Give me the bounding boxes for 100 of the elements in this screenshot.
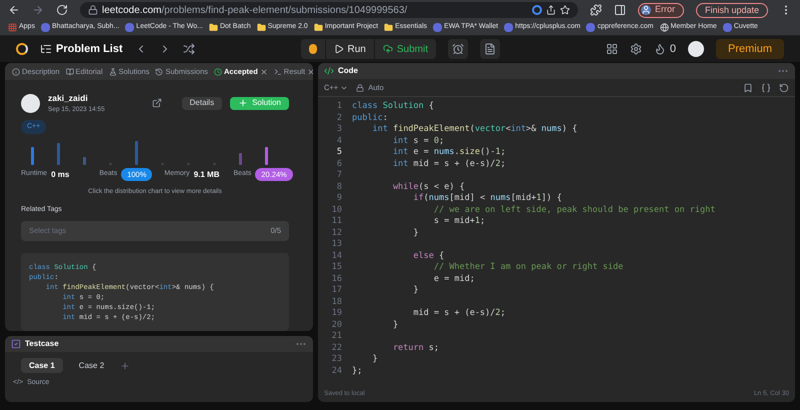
site-favicon-icon	[433, 23, 442, 32]
premium-button[interactable]: Premium	[716, 39, 784, 59]
avatar-icon[interactable]	[688, 41, 704, 57]
folder-icon	[256, 23, 266, 32]
forward-icon[interactable]	[32, 4, 44, 16]
bookmark-icon[interactable]	[743, 82, 753, 92]
tab-icon	[108, 68, 117, 76]
line-number: 10	[330, 204, 342, 216]
finish-update-button[interactable]: Finish update	[696, 2, 768, 18]
code-line: public:	[352, 112, 388, 124]
side-panel-icon[interactable]	[614, 4, 626, 16]
line-number: 9	[336, 193, 342, 204]
list-icon[interactable]	[40, 43, 52, 55]
line-number: 17	[330, 285, 342, 296]
avatar-silhouette	[21, 94, 40, 113]
lock-icon	[88, 5, 98, 15]
editor-title[interactable]: Code	[338, 65, 358, 77]
line-number: 11	[330, 216, 342, 228]
format-icon[interactable]	[761, 82, 771, 92]
tab-icon	[214, 68, 222, 76]
username[interactable]: zaki_zaidi	[48, 92, 105, 105]
flame-icon[interactable]	[654, 43, 666, 55]
site-favicon-icon	[504, 23, 514, 32]
code-line: s = mid+1;	[432, 216, 486, 228]
folder-icon	[384, 23, 394, 32]
tab-icon	[274, 68, 282, 76]
site-favicon-icon	[40, 23, 50, 32]
address-bar[interactable]: leetcode.com/problems/find-peak-element/submissions/1049999563/	[80, 2, 578, 18]
runtime-value: 0 ms	[51, 168, 70, 181]
line-number: 7	[336, 170, 342, 182]
settings-icon[interactable]	[630, 43, 642, 55]
code-line: e = mid;	[432, 274, 475, 285]
close-icon[interactable]	[307, 68, 313, 76]
reset-icon[interactable]	[779, 82, 789, 92]
code-line: int mid = s + (e-s)/2;	[392, 158, 506, 170]
problem-list-link[interactable]: Problem List	[56, 40, 123, 58]
profile-button[interactable]: Error	[638, 2, 684, 18]
code-line: return s;	[392, 342, 440, 354]
reload-icon[interactable]	[56, 4, 68, 16]
globe-icon	[660, 23, 669, 32]
timer-icon[interactable]	[448, 39, 468, 59]
line-number: 3	[336, 124, 342, 136]
code-line: }	[412, 285, 419, 296]
line-number: 2	[336, 112, 342, 124]
code-icon	[324, 66, 334, 76]
code-line: if(nums[mid] < nums[mid+1]) {	[412, 193, 562, 204]
site-favicon-icon	[125, 23, 134, 32]
tab-icon	[66, 68, 74, 76]
layout-icon[interactable]	[606, 43, 618, 55]
shuffle-icon[interactable]	[182, 43, 195, 55]
share-icon[interactable]	[546, 5, 556, 15]
case-tab[interactable]: Case 2	[70, 358, 112, 373]
line-number: 13	[330, 239, 342, 250]
tab-icon	[155, 68, 164, 76]
line-number: 15	[330, 262, 342, 274]
code-line: int s = 0;	[392, 136, 444, 147]
code-line: // we are on left side, peak should be present on right	[432, 204, 716, 216]
close-icon[interactable]	[260, 68, 268, 76]
checkbox-icon	[11, 339, 21, 349]
line-number: 4	[336, 136, 342, 147]
case-tab[interactable]: Case 1	[21, 358, 63, 373]
apps-grid-icon	[8, 23, 17, 32]
code-line: class Solution {	[352, 101, 434, 112]
line-number: 18	[330, 296, 342, 308]
site-favicon-icon	[722, 23, 732, 32]
code-line: while(s < e) {	[392, 182, 465, 193]
line-number: 24	[330, 366, 342, 377]
share-icon[interactable]	[152, 98, 162, 108]
code-line: // Whether I am on peak or right side	[432, 262, 624, 274]
details-button[interactable]: Details	[182, 96, 222, 110]
memory-value: 9.1 MB	[194, 168, 220, 181]
plus-icon	[238, 98, 248, 108]
code-line: int e = nums.size()-1;	[392, 147, 506, 158]
submit-button[interactable]: Submit	[374, 39, 436, 59]
line-number: 8	[336, 182, 342, 193]
line-number: 19	[330, 308, 342, 320]
line-number: 6	[336, 158, 342, 170]
code-line: mid = s + (e-s)/2;	[412, 308, 506, 320]
folder-icon	[208, 23, 218, 32]
tab-icon	[12, 68, 20, 76]
play-icon	[334, 44, 344, 54]
line-number: 22	[330, 342, 342, 354]
folder-icon	[314, 23, 323, 32]
add-case-icon[interactable]	[120, 360, 130, 370]
cloud-upload-icon	[382, 44, 393, 54]
notes-icon[interactable]	[480, 39, 500, 59]
code-line: else {	[412, 250, 444, 262]
extensions-icon[interactable]	[590, 4, 602, 16]
testcase-title[interactable]: Testcase	[25, 338, 59, 350]
logo-icon[interactable]	[16, 43, 28, 55]
lock-icon	[356, 84, 364, 92]
avatar-icon	[640, 5, 651, 15]
line-number: 1	[336, 101, 342, 112]
run-button[interactable]: Run	[326, 39, 374, 59]
back-icon[interactable]	[8, 4, 20, 16]
line-number: 20	[330, 320, 342, 331]
line-number: 14	[330, 250, 342, 262]
star-icon[interactable]	[560, 5, 570, 15]
code-line: };	[352, 366, 362, 377]
code-line: }	[392, 320, 398, 331]
